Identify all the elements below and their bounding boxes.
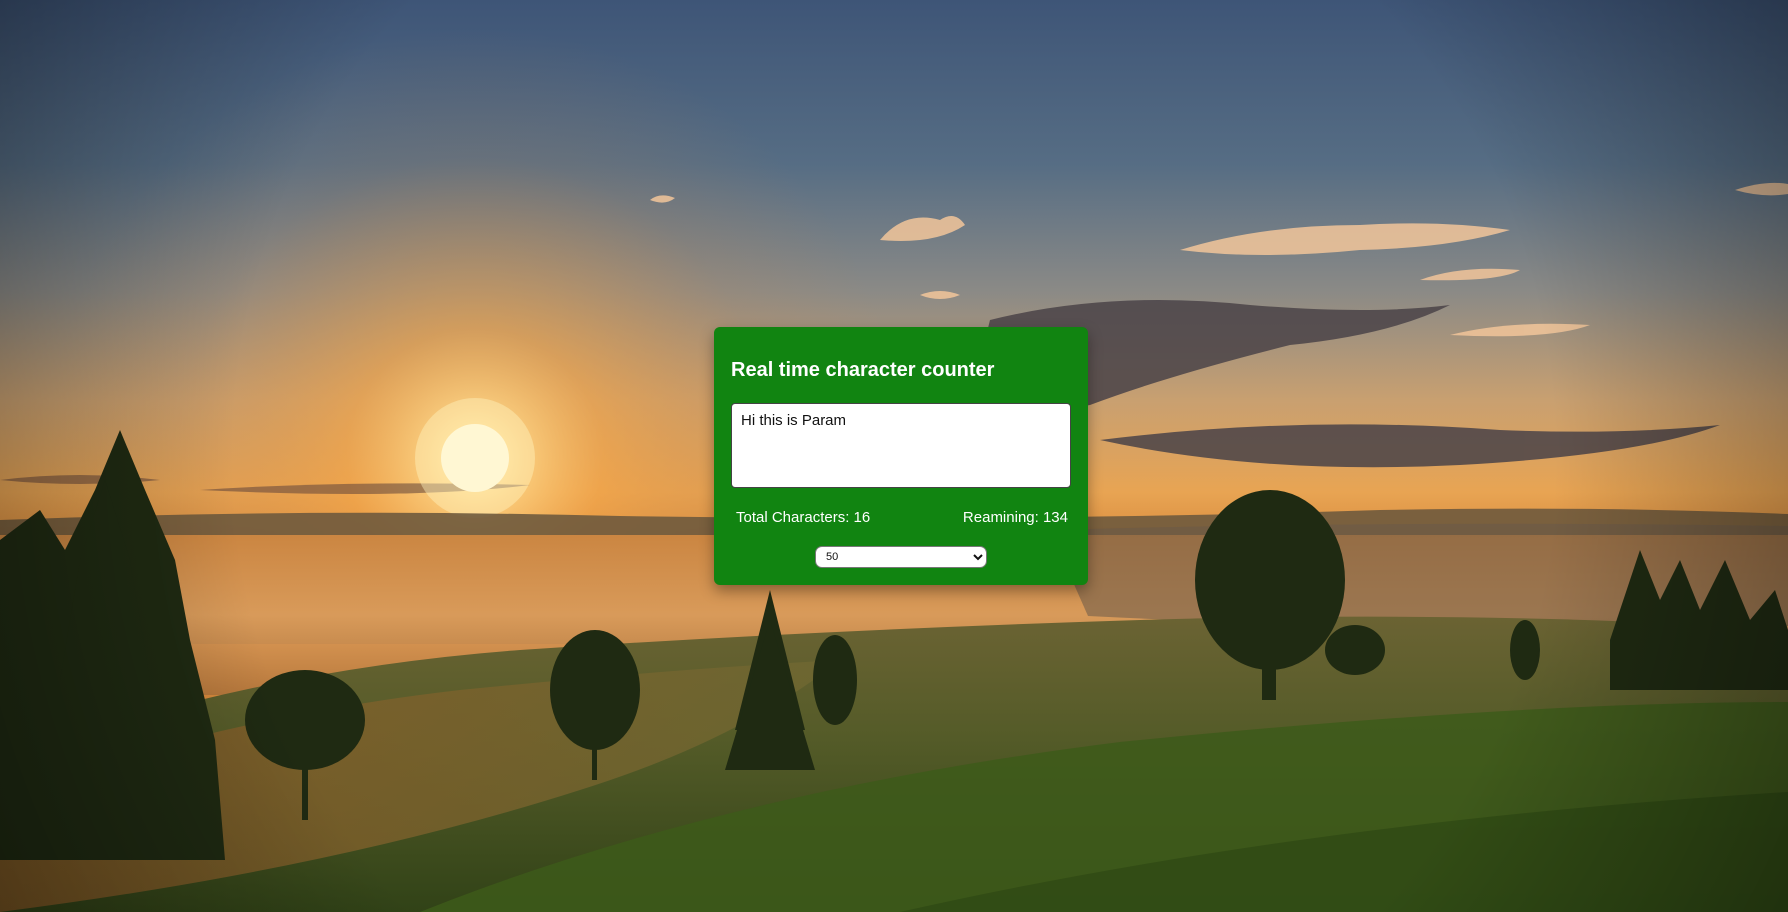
limit-select[interactable]: 50 (815, 546, 987, 568)
remaining-characters-label: Reamining: 134 (962, 509, 1068, 526)
card-title: Real time character counter (731, 359, 995, 381)
character-counter-card: Real time character counter Hi this is P… (714, 327, 1088, 585)
message-textarea[interactable]: Hi this is Param (731, 403, 1071, 488)
total-characters-label: Total Characters: 16 (736, 509, 871, 526)
